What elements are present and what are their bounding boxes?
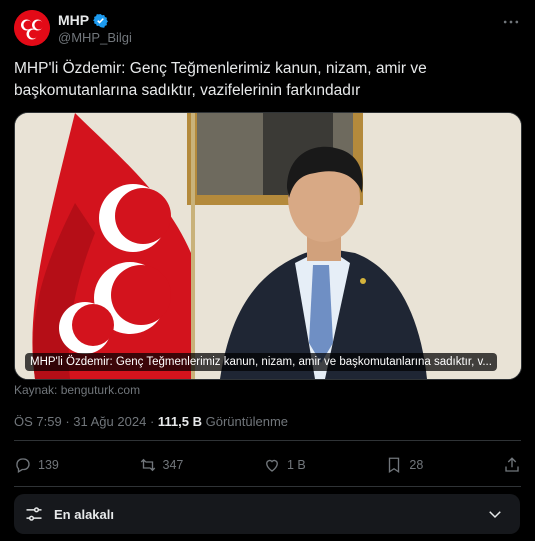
media-caption: MHP'li Özdemir: Genç Teğmenlerimiz kanun…	[25, 353, 497, 371]
like-count: 1 B	[287, 458, 306, 472]
tweet-text: MHP'li Özdemir: Genç Teğmenlerimiz kanun…	[14, 60, 427, 99]
tweet-time[interactable]: ÖS 7:59	[14, 414, 62, 429]
action-bar: 139 347 1 B 28	[14, 452, 521, 478]
mhp-logo-icon	[14, 10, 50, 46]
avatar[interactable]	[14, 10, 50, 46]
like-button[interactable]: 1 B	[263, 456, 306, 474]
bookmark-button[interactable]: 28	[385, 456, 423, 474]
views-label: Görüntülenme	[205, 414, 289, 429]
reply-sort-dropdown[interactable]: En alakalı	[14, 494, 520, 534]
reply-button[interactable]: 139	[14, 456, 59, 474]
news-photo	[15, 113, 521, 379]
bookmark-icon	[389, 457, 400, 474]
share-icon	[505, 457, 519, 472]
repost-icon	[140, 458, 155, 472]
tweet-date[interactable]: 31 Ağu 2024	[73, 414, 146, 429]
repost-count: 347	[162, 458, 184, 472]
sort-label: En alakalı	[54, 506, 114, 522]
tweet-header: MHP @MHP_Bilgi	[14, 10, 521, 50]
reply-count: 139	[38, 458, 59, 472]
divider	[14, 440, 521, 441]
tweet-meta: ÖS 7:59 · 31 Ağu 2024 · 111,5 B Görüntül…	[14, 414, 288, 429]
divider	[14, 486, 521, 487]
sliders-icon	[26, 507, 42, 521]
media-card[interactable]: MHP'li Özdemir: Genç Teğmenlerimiz kanun…	[14, 112, 522, 380]
more-options-icon[interactable]	[501, 12, 521, 32]
author-name[interactable]: MHP	[58, 12, 89, 28]
repost-button[interactable]: 347	[139, 456, 184, 474]
author-name-row: MHP	[58, 12, 109, 28]
verified-badge-icon	[93, 13, 109, 28]
bookmark-count: 28	[409, 458, 424, 472]
share-button[interactable]	[503, 456, 521, 474]
media-source[interactable]: Kaynak: benguturk.com	[14, 383, 140, 397]
reply-icon	[16, 458, 30, 473]
heart-icon	[266, 459, 278, 472]
views-count: 111,5 B	[157, 414, 202, 429]
meta-separator: ·	[149, 414, 158, 429]
chevron-down-icon	[489, 511, 501, 519]
author-handle[interactable]: @MHP_Bilgi	[58, 30, 132, 45]
